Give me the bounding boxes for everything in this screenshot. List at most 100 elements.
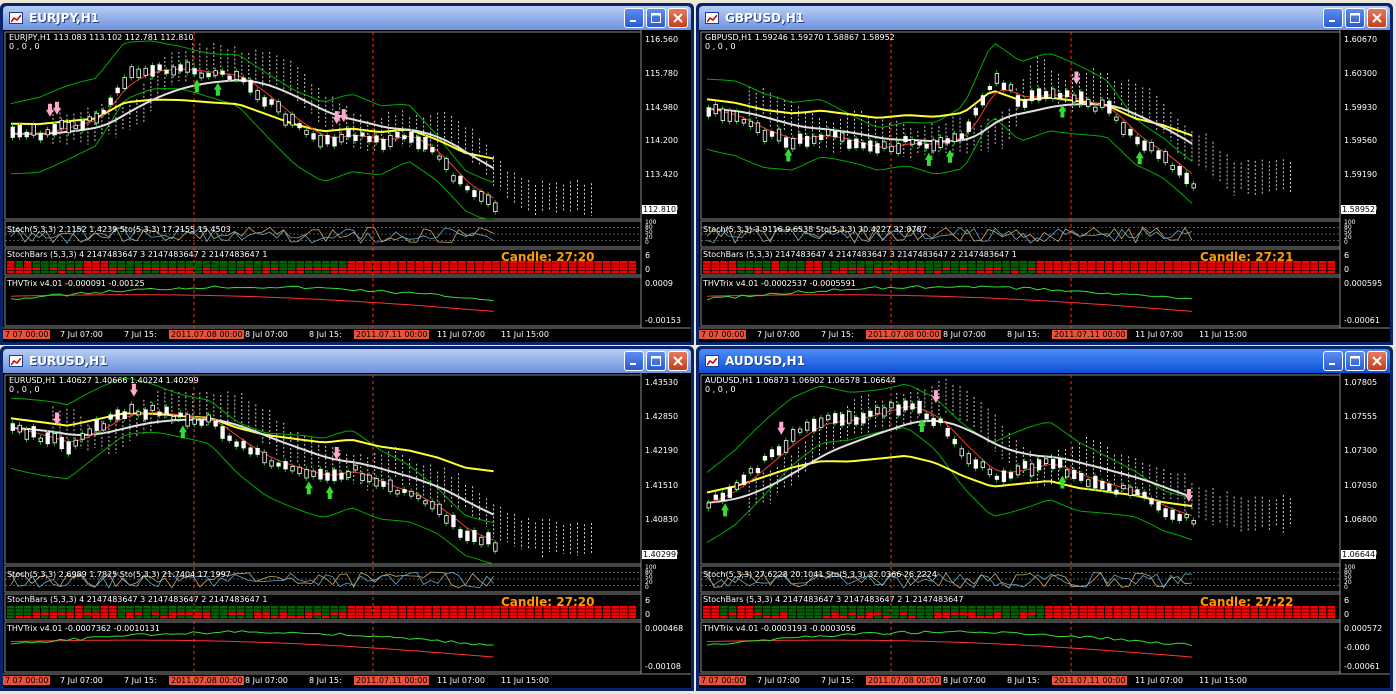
chart-info-zeros: 0 , 0 , 0: [9, 385, 40, 394]
price-axis-label: 1.07805: [1344, 378, 1378, 387]
chart-info-label: AUDUSD,H1 1.06873 1.06902 1.06578 1.0664…: [705, 376, 896, 385]
candle-timer: Candle: 27:22: [1200, 595, 1294, 609]
chart-canvas[interactable]: [3, 30, 691, 342]
chart-window-icon: [705, 355, 719, 367]
minimize-button[interactable]: [624, 351, 644, 371]
chart-area[interactable]: AUDUSD,H1 1.06873 1.06902 1.06578 1.0664…: [699, 373, 1390, 688]
current-price-label: 1.40299: [642, 550, 678, 559]
chart-area[interactable]: EURUSD,H1 1.40627 1.40666 1.40224 1.4029…: [3, 373, 691, 688]
stochbars-label: StochBars (5,3,3) 4 2147483647 3 2147483…: [7, 250, 268, 259]
trix-axis-label: -0.00108: [645, 662, 681, 671]
window-title: GBPUSD,H1: [725, 11, 805, 25]
stochbars-label: StochBars (5,3,3) 4 2147483647 3 2147483…: [7, 595, 268, 604]
stoch-label: Stoch(5,3,3) 3.9116 9.6538 Sto(5,3,3) 30…: [703, 225, 927, 234]
time-axis-label: 7 Jul 07:00: [757, 330, 800, 339]
chart-canvas[interactable]: [699, 30, 1390, 342]
trix-label: THVTrix v4.01 -0.0007362 -0.0010131: [7, 624, 160, 633]
chart-window-icon: [705, 12, 719, 24]
price-axis-label: 1.40830: [645, 514, 679, 524]
price-axis-label: 115.780: [645, 68, 679, 78]
chart-canvas[interactable]: [699, 373, 1390, 688]
minimize-button[interactable]: [1323, 8, 1343, 28]
time-axis-label: 8 Jul 07:00: [245, 676, 288, 685]
close-button[interactable]: [1367, 8, 1387, 28]
eurusd-chart-window[interactable]: EURUSD,H1 EURUSD,H1 1.40627 1.40666 1.40…: [0, 346, 694, 691]
time-axis-label: 8 Jul 07:00: [245, 330, 288, 339]
current-price-label: 1.58952: [1341, 205, 1377, 214]
eurjpy-chart-window[interactable]: EURJPY,H1 EURJPY,H1 113.083 113.102 112.…: [0, 3, 694, 345]
time-axis-label: 11 Jul 07:00: [437, 676, 485, 685]
chart-area[interactable]: EURJPY,H1 113.083 113.102 112.781 112.81…: [3, 30, 691, 342]
time-axis-label: 7 Jul 07:00: [60, 676, 103, 685]
candle-timer: Candle: 27:20: [501, 250, 595, 264]
price-axis-label: 1.59560: [1344, 136, 1378, 146]
price-axis-label: 1.42850: [645, 412, 679, 422]
time-axis-label: 11 Jul 07:00: [1135, 676, 1183, 685]
stochbars-axis-label: 6: [1344, 596, 1350, 605]
price-axis-label: 114.200: [645, 136, 679, 146]
price-axis-label: 113.420: [645, 170, 679, 180]
maximize-icon: [1350, 13, 1360, 23]
chart-area[interactable]: GBPUSD,H1 1.59246 1.59270 1.58867 1.5895…: [699, 30, 1390, 342]
stoch-axis-label: 0: [1344, 584, 1348, 591]
price-axis-label: 1.07050: [1344, 480, 1378, 490]
window-title: EURJPY,H1: [29, 11, 100, 25]
price-axis-label: 1.59190: [1344, 170, 1378, 180]
price-axis-label: 1.42190: [645, 446, 679, 456]
window-title: AUDUSD,H1: [725, 354, 805, 368]
trix-axis-label: -0.00061: [1344, 316, 1380, 325]
gbpusd-chart-window[interactable]: GBPUSD,H1 GBPUSD,H1 1.59246 1.59270 1.58…: [696, 3, 1393, 345]
window-titlebar[interactable]: EURJPY,H1: [3, 6, 691, 30]
window-title: EURUSD,H1: [29, 354, 108, 368]
close-button[interactable]: [1367, 351, 1387, 371]
window-titlebar[interactable]: GBPUSD,H1: [699, 6, 1390, 30]
minimize-icon: [630, 20, 636, 22]
window-titlebar[interactable]: EURUSD,H1: [3, 349, 691, 373]
maximize-button[interactable]: [646, 351, 666, 371]
time-axis-label: 8 Jul 15:: [1007, 330, 1040, 339]
stoch-label: Stoch(5,3,3) 2.1152 1.4239 Sto(5,3,3) 17…: [7, 225, 231, 234]
close-button[interactable]: [668, 8, 688, 28]
price-axis-label: 1.43530: [645, 378, 679, 387]
chart-window-icon: [9, 355, 23, 367]
window-titlebar[interactable]: AUDUSD,H1: [699, 349, 1390, 373]
time-axis-label: 7 07 00:00: [699, 330, 747, 339]
time-axis-label: 2011.07.08 00:00: [169, 676, 245, 685]
minimize-icon: [1329, 20, 1335, 22]
trix-axis-label: -0.00153: [645, 316, 681, 325]
trix-axis-label: 0.000595: [1344, 279, 1383, 288]
time-axis-label: 7 07 00:00: [3, 676, 51, 685]
time-axis-label: 11 Jul 15:00: [1199, 676, 1247, 685]
stochbars-axis-label: 0: [1344, 265, 1350, 274]
current-price-label: 1.06644: [1341, 550, 1377, 559]
trix-label: THVTrix v4.01 -0.000091 -0.00125: [7, 279, 145, 288]
minimize-button[interactable]: [624, 8, 644, 28]
price-axis-label: 116.560: [645, 35, 679, 44]
chart-info-zeros: 0 , 0 , 0: [9, 42, 40, 51]
stochbars-label: StochBars (5,3,3) 2147483647 4 214748364…: [703, 250, 1017, 259]
close-icon: [1372, 13, 1382, 23]
time-axis-label: 7 Jul 15:: [124, 676, 157, 685]
price-axis-label: 1.60300: [1344, 68, 1378, 78]
maximize-button[interactable]: [646, 8, 666, 28]
maximize-button[interactable]: [1345, 351, 1365, 371]
stoch-label: Stoch(5,3,3) 2.6989 1.7825 Sto(5,3,3) 21…: [7, 570, 231, 579]
price-axis-label: 114.980: [645, 102, 679, 112]
stoch-axis-label: 0: [645, 239, 649, 246]
audusd-chart-window[interactable]: AUDUSD,H1 AUDUSD,H1 1.06873 1.06902 1.06…: [696, 346, 1393, 691]
price-axis-label: 1.07300: [1344, 446, 1378, 456]
time-axis-label: 7 Jul 15:: [821, 676, 854, 685]
stoch-axis-label: 0: [1344, 239, 1348, 246]
time-axis-label: 7 Jul 07:00: [60, 330, 103, 339]
chart-canvas[interactable]: [3, 373, 691, 688]
stochbars-axis-label: 0: [1344, 610, 1350, 619]
time-axis-label: 2011.07.11 00:00: [1052, 676, 1128, 685]
close-button[interactable]: [668, 351, 688, 371]
stochbars-axis-label: 6: [645, 596, 651, 605]
minimize-button[interactable]: [1323, 351, 1343, 371]
minimize-icon: [630, 363, 636, 365]
chart-info-label: GBPUSD,H1 1.59246 1.59270 1.58867 1.5895…: [705, 33, 895, 42]
stoch-axis-label: 0: [645, 584, 649, 591]
maximize-button[interactable]: [1345, 8, 1365, 28]
current-price-label: 112.810: [642, 205, 678, 214]
